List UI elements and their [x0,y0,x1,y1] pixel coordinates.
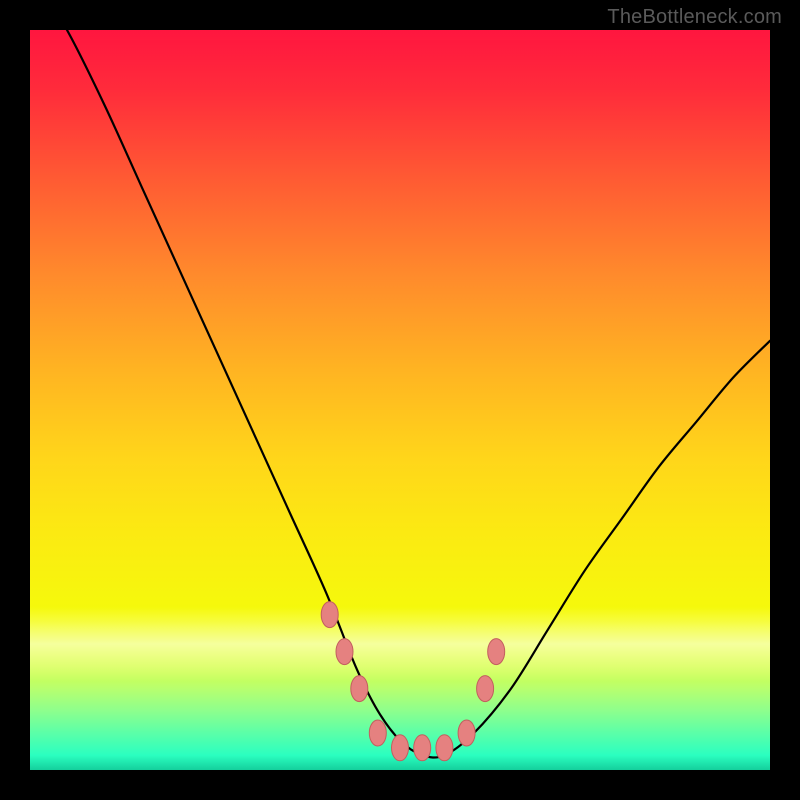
chart-plot-area [30,30,770,770]
curve-marker [436,735,453,761]
curve-marker [392,735,409,761]
curve-marker [351,676,368,702]
watermark-text: TheBottleneck.com [607,6,782,29]
curve-marker [477,676,494,702]
chart-svg [30,30,770,770]
curve-marker [458,720,475,746]
curve-marker [369,720,386,746]
curve-marker [414,735,431,761]
curve-marker [488,639,505,665]
bottleneck-curve [30,30,770,758]
curve-marker [336,639,353,665]
curve-marker [321,602,338,628]
curve-markers [321,602,505,761]
